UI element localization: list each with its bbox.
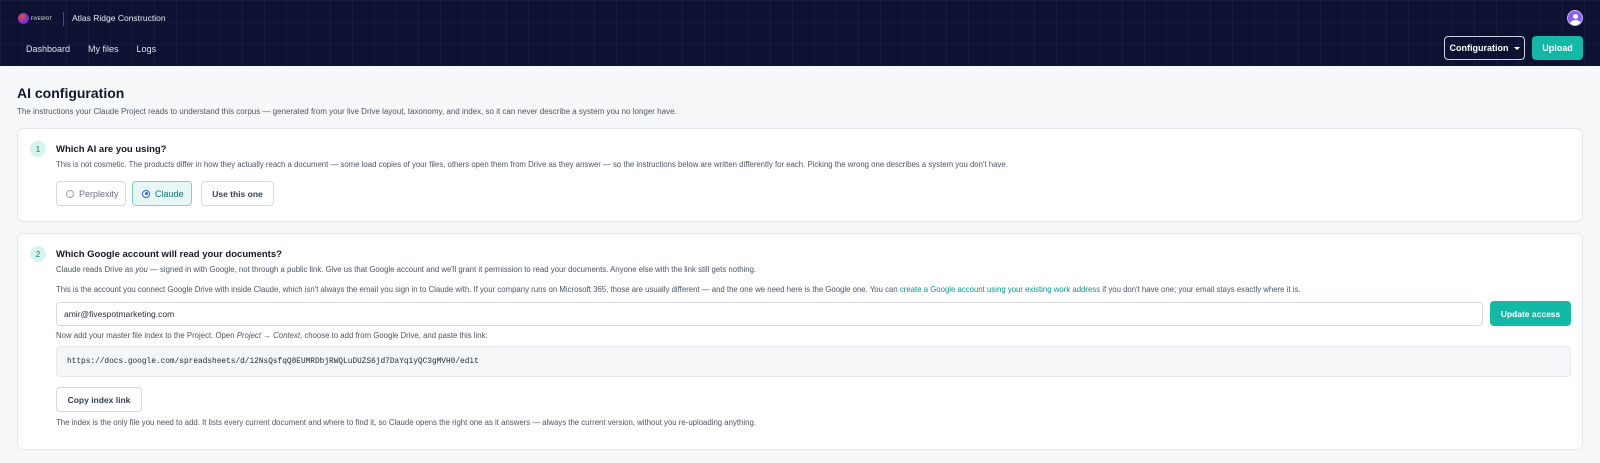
index-footer-note: The index is the only file you need to a… <box>56 418 756 427</box>
ai-choice-card: 1 Which AI are you using? This is not co… <box>17 128 1583 222</box>
google-account-email-input[interactable] <box>56 302 1483 326</box>
radio-option-claude[interactable]: Claude <box>132 181 192 206</box>
radio-label: Perplexity <box>79 188 119 199</box>
use-this-one-button[interactable]: Use this one <box>201 181 274 206</box>
brand-logo[interactable]: FIVESPOT <box>18 11 54 25</box>
ai-choice-title: Which AI are you using? <box>56 144 167 155</box>
step-number-badge: 2 <box>30 246 46 262</box>
logo-wordmark: FIVESPOT <box>31 15 52 21</box>
nav-dashboard[interactable]: Dashboard <box>26 44 70 54</box>
radio-unchecked-icon <box>66 189 74 198</box>
google-account-note: This is the account you connect Google D… <box>56 285 1301 294</box>
step-number-badge: 1 <box>30 141 46 157</box>
page-subtitle: The instructions your Claude Project rea… <box>17 107 677 116</box>
caret-down-icon <box>1513 46 1520 50</box>
nav-my-files[interactable]: My files <box>88 44 119 54</box>
header-divider <box>63 12 64 26</box>
copy-index-link-button[interactable]: Copy index link <box>56 387 142 412</box>
index-link-box[interactable]: https://docs.google.com/spreadsheets/d/1… <box>56 346 1571 377</box>
radio-option-perplexity[interactable]: Perplexity <box>56 181 126 206</box>
google-account-description: Claude reads Drive as you — signed in wi… <box>56 265 757 274</box>
user-avatar-icon[interactable] <box>1567 10 1583 26</box>
organization-name: Atlas Ridge Construction <box>72 13 166 23</box>
nav-logs[interactable]: Logs <box>137 44 157 54</box>
ai-choice-description: This is not cosmetic. The products diffe… <box>56 160 1008 169</box>
index-instructions: Now add your master file index to the Pr… <box>56 331 488 340</box>
configuration-label: Configuration <box>1449 43 1509 53</box>
upload-button[interactable]: Upload <box>1532 36 1583 60</box>
radio-checked-icon <box>142 189 150 198</box>
google-account-title: Which Google account will read your docu… <box>56 249 282 260</box>
google-account-card: 2 Which Google account will read your do… <box>17 233 1583 450</box>
radio-label: Claude <box>155 188 184 199</box>
page-title: AI configuration <box>17 85 125 101</box>
update-access-button[interactable]: Update access <box>1490 301 1571 326</box>
logo-mark-icon <box>18 12 29 24</box>
top-bar: FIVESPOT Atlas Ridge Construction Dashbo… <box>0 0 1600 66</box>
configuration-dropdown-button[interactable]: Configuration <box>1444 36 1525 60</box>
main-nav: Dashboard My files Logs <box>26 44 156 54</box>
create-google-account-link[interactable]: create a Google account using your exist… <box>900 285 1100 294</box>
